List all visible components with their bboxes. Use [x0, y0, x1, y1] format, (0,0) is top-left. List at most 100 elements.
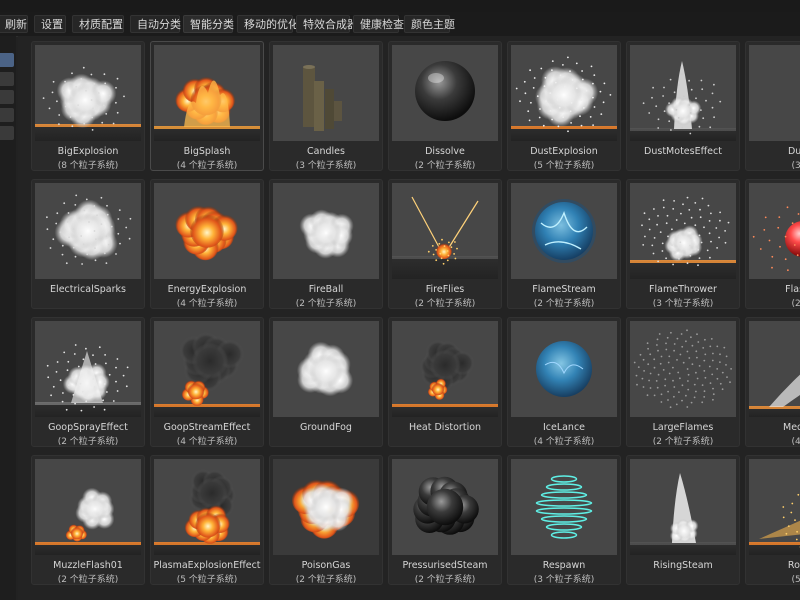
black-smoke-icon — [392, 459, 498, 555]
white-splash-icon — [35, 321, 141, 417]
asset-card[interactable]: GroundFog — [269, 317, 383, 447]
asset-name: DustS — [787, 146, 800, 157]
asset-card[interactable]: DustMotesEffect — [626, 41, 740, 171]
asset-card[interactable]: PlasmaExplosionEffect (5 个粒子系统) — [150, 455, 264, 585]
asset-name: Respawn — [542, 560, 586, 571]
asset-name: GoopStreamEffect — [163, 422, 251, 433]
asset-card[interactable]: FlameStream (2 个粒子系统) — [507, 179, 621, 309]
particle-system-count: (3 个粒子系统) — [295, 161, 357, 171]
mobile-optimize-button[interactable]: 移动的优化 — [237, 15, 299, 33]
asset-name: EnergyExplosion — [167, 284, 247, 295]
particle-system-count: (8 个粒子系统) — [57, 161, 119, 171]
asset-card[interactable]: FireBall (2 个粒子系统) — [269, 179, 383, 309]
particle-system-count: (2 个粒子系统) — [57, 575, 119, 585]
category-tab-1[interactable] — [0, 53, 14, 67]
ground-spray-icon — [630, 183, 736, 279]
particle-system-count: (5 个 — [791, 575, 800, 585]
asset-name: RisingSteam — [653, 560, 713, 571]
blank-icon — [749, 45, 800, 141]
asset-card[interactable]: LargeFlames (2 个粒子系统) — [626, 317, 740, 447]
asset-card[interactable]: DustExplosion (5 个粒子系统) — [507, 41, 621, 171]
asset-name: DustExplosion — [530, 146, 598, 157]
candles-icon — [273, 45, 379, 141]
particle-system-count: (4 个粒子系统) — [176, 437, 238, 447]
blue-energy-sphere-icon — [511, 183, 617, 279]
asset-card[interactable]: GoopSprayEffect (2 个粒子系统) — [31, 317, 145, 447]
asset-name: FireFlies — [425, 284, 465, 295]
jet-spray-icon — [749, 321, 800, 417]
asset-card[interactable]: Rocke (5 个 — [745, 455, 800, 585]
auto-classify-button[interactable]: 自动分类 — [130, 15, 181, 33]
asset-card[interactable]: BigSplash (4 个粒子系统) — [150, 41, 264, 171]
asset-name: FlameStream — [532, 284, 596, 295]
category-rail — [0, 36, 16, 600]
asset-card[interactable]: PoisonGas (2 个粒子系统) — [269, 455, 383, 585]
settings-button[interactable]: 设置 — [34, 15, 66, 33]
smart-classify-button[interactable]: 智能分类 — [183, 15, 234, 33]
particle-system-count: (4 个粒子系统) — [176, 299, 238, 309]
steam-column-icon — [630, 459, 736, 555]
category-tab-2[interactable] — [0, 72, 14, 86]
particle-system-count: (4 个 — [791, 437, 800, 447]
asset-name: DustMotesEffect — [644, 146, 722, 157]
muzzle-smoke-icon — [35, 459, 141, 555]
asset-name: FireBall — [308, 284, 344, 295]
refresh-button[interactable]: 刷新 — [0, 15, 28, 33]
asset-card[interactable]: MuzzleFlash01 (2 个粒子系统) — [31, 455, 145, 585]
particle-system-count: (3 个粒子系统) — [652, 299, 714, 309]
asset-card[interactable]: BigExplosion (8 个粒子系统) — [31, 41, 145, 171]
asset-card[interactable]: DustS (3 个 — [745, 41, 800, 171]
asset-card[interactable]: Heat Distortion — [388, 317, 502, 447]
asset-name: PlasmaExplosionEffect — [153, 560, 261, 571]
dust-burst-icon — [511, 45, 617, 141]
asset-name: Medium — [783, 422, 800, 433]
particle-system-count: (2 个粒子系统) — [414, 575, 476, 585]
asset-name: PoisonGas — [301, 560, 351, 571]
asset-card[interactable]: FlashIn (2 个 — [745, 179, 800, 309]
asset-card[interactable]: Candles (3 个粒子系统) — [269, 41, 383, 171]
dust-plume-icon — [630, 45, 736, 141]
asset-card[interactable]: FlameThrower (3 个粒子系统) — [626, 179, 740, 309]
smoke-burst-icon — [35, 183, 141, 279]
asset-card[interactable]: RisingSteam — [626, 455, 740, 585]
smoke-fire-icon — [154, 321, 260, 417]
sparks-icon — [392, 183, 498, 279]
asset-name: Heat Distortion — [408, 422, 482, 433]
asset-card[interactable]: GoopStreamEffect (4 个粒子系统) — [150, 317, 264, 447]
particle-system-count: (2 个粒子系统) — [414, 299, 476, 309]
category-tab-3[interactable] — [0, 90, 14, 104]
asset-name: BigSplash — [183, 146, 231, 157]
asset-name: GoopSprayEffect — [48, 422, 128, 433]
material-config-button[interactable]: 材质配置 — [72, 15, 124, 33]
particle-system-count: (3 个粒子系统) — [533, 575, 595, 585]
ice-sphere-icon — [511, 321, 617, 417]
particle-system-count: (2 个粒子系统) — [57, 437, 119, 447]
health-check-button[interactable]: 健康检查 — [353, 15, 404, 33]
asset-card[interactable]: EnergyExplosion (4 个粒子系统) — [150, 179, 264, 309]
category-tab-5[interactable] — [0, 126, 14, 140]
particle-dust-icon — [630, 321, 736, 417]
dark-sphere-icon — [392, 45, 498, 141]
asset-name: Rocke — [787, 560, 800, 571]
particle-system-count: (2 个粒子系统) — [295, 299, 357, 309]
asset-name: MuzzleFlash01 — [53, 560, 123, 571]
effect-composer-button[interactable]: 特效合成器 — [296, 15, 358, 33]
asset-card[interactable]: ElectricalSparks — [31, 179, 145, 309]
asset-grid: BigExplosion (8 个粒子系统) BigSplash (4 个粒子系… — [18, 36, 800, 600]
asset-browser-window: 刷新 设置 材质配置 自动分类 智能分类 移动的优化 特效合成器 健康检查 颜色… — [0, 0, 800, 600]
asset-card[interactable]: Dissolve (2 个粒子系统) — [388, 41, 502, 171]
asset-card[interactable]: IceLance (4 个粒子系统) — [507, 317, 621, 447]
color-theme-button[interactable]: 颜色主题 — [404, 15, 455, 33]
asset-name: Dissolve — [425, 146, 465, 157]
asset-card[interactable]: Respawn (3 个粒子系统) — [507, 455, 621, 585]
fire-ball-cloud-icon — [154, 183, 260, 279]
asset-card[interactable]: Medium (4 个 — [745, 317, 800, 447]
particle-system-count: (2 个粒子系统) — [533, 299, 595, 309]
particle-system-count: (5 个粒子系统) — [176, 575, 238, 585]
asset-card[interactable]: PressurisedSteam (2 个粒子系统) — [388, 455, 502, 585]
asset-card[interactable]: FireFlies (2 个粒子系统) — [388, 179, 502, 309]
asset-name: PressurisedSteam — [402, 560, 488, 571]
asset-name: IceLance — [542, 422, 586, 433]
ring-sphere-icon — [511, 459, 617, 555]
category-tab-4[interactable] — [0, 108, 14, 122]
